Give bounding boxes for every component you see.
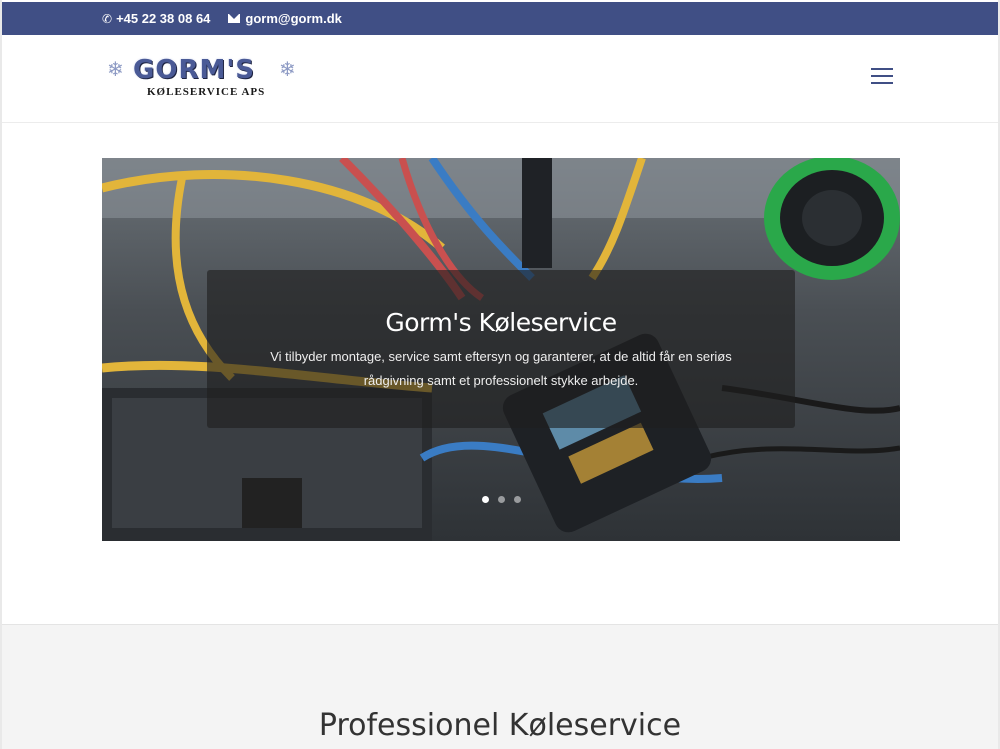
logo-subtitle: KØLESERVICE APS [147, 86, 266, 98]
top-contact-bar: ✆ +45 22 38 08 64 gorm@gorm.dk [2, 2, 998, 35]
hero-description: Vi tilbyder montage, service samt efters… [270, 349, 732, 388]
hero-title: Gorm's Køleservice [385, 308, 617, 337]
slider-dot-3[interactable] [513, 496, 521, 503]
mail-icon [228, 14, 241, 23]
slider-pagination [102, 496, 900, 503]
page: ✆ +45 22 38 08 64 gorm@gorm.dk ❄ GORM'S … [0, 0, 1000, 749]
snowflake-icon: ❄ [279, 59, 296, 81]
services-section: Professionel Køleservice [2, 624, 998, 749]
email-link[interactable]: gorm@gorm.dk [228, 11, 342, 26]
email-address: gorm@gorm.dk [245, 11, 342, 26]
hero-caption: Gorm's Køleservice Vi tilbyder montage, … [207, 270, 795, 428]
slider-dot-2[interactable] [497, 496, 505, 503]
phone-number: +45 22 38 08 64 [116, 11, 211, 26]
phone-link[interactable]: ✆ +45 22 38 08 64 [102, 11, 210, 26]
section-heading: Professionel Køleservice [318, 708, 682, 743]
phone-icon: ✆ [102, 11, 113, 26]
hamburger-menu-icon[interactable] [871, 68, 893, 86]
hero-slider: Gorm's Køleservice Vi tilbyder montage, … [102, 158, 900, 541]
logo-brand: GORM'S [133, 55, 256, 85]
slider-dot-1[interactable] [481, 496, 489, 503]
site-logo[interactable]: ❄ GORM'S ❄ KØLESERVICE APS [107, 55, 302, 105]
site-header: ❄ GORM'S ❄ KØLESERVICE APS [2, 35, 998, 123]
snowflake-icon: ❄ [107, 59, 124, 81]
